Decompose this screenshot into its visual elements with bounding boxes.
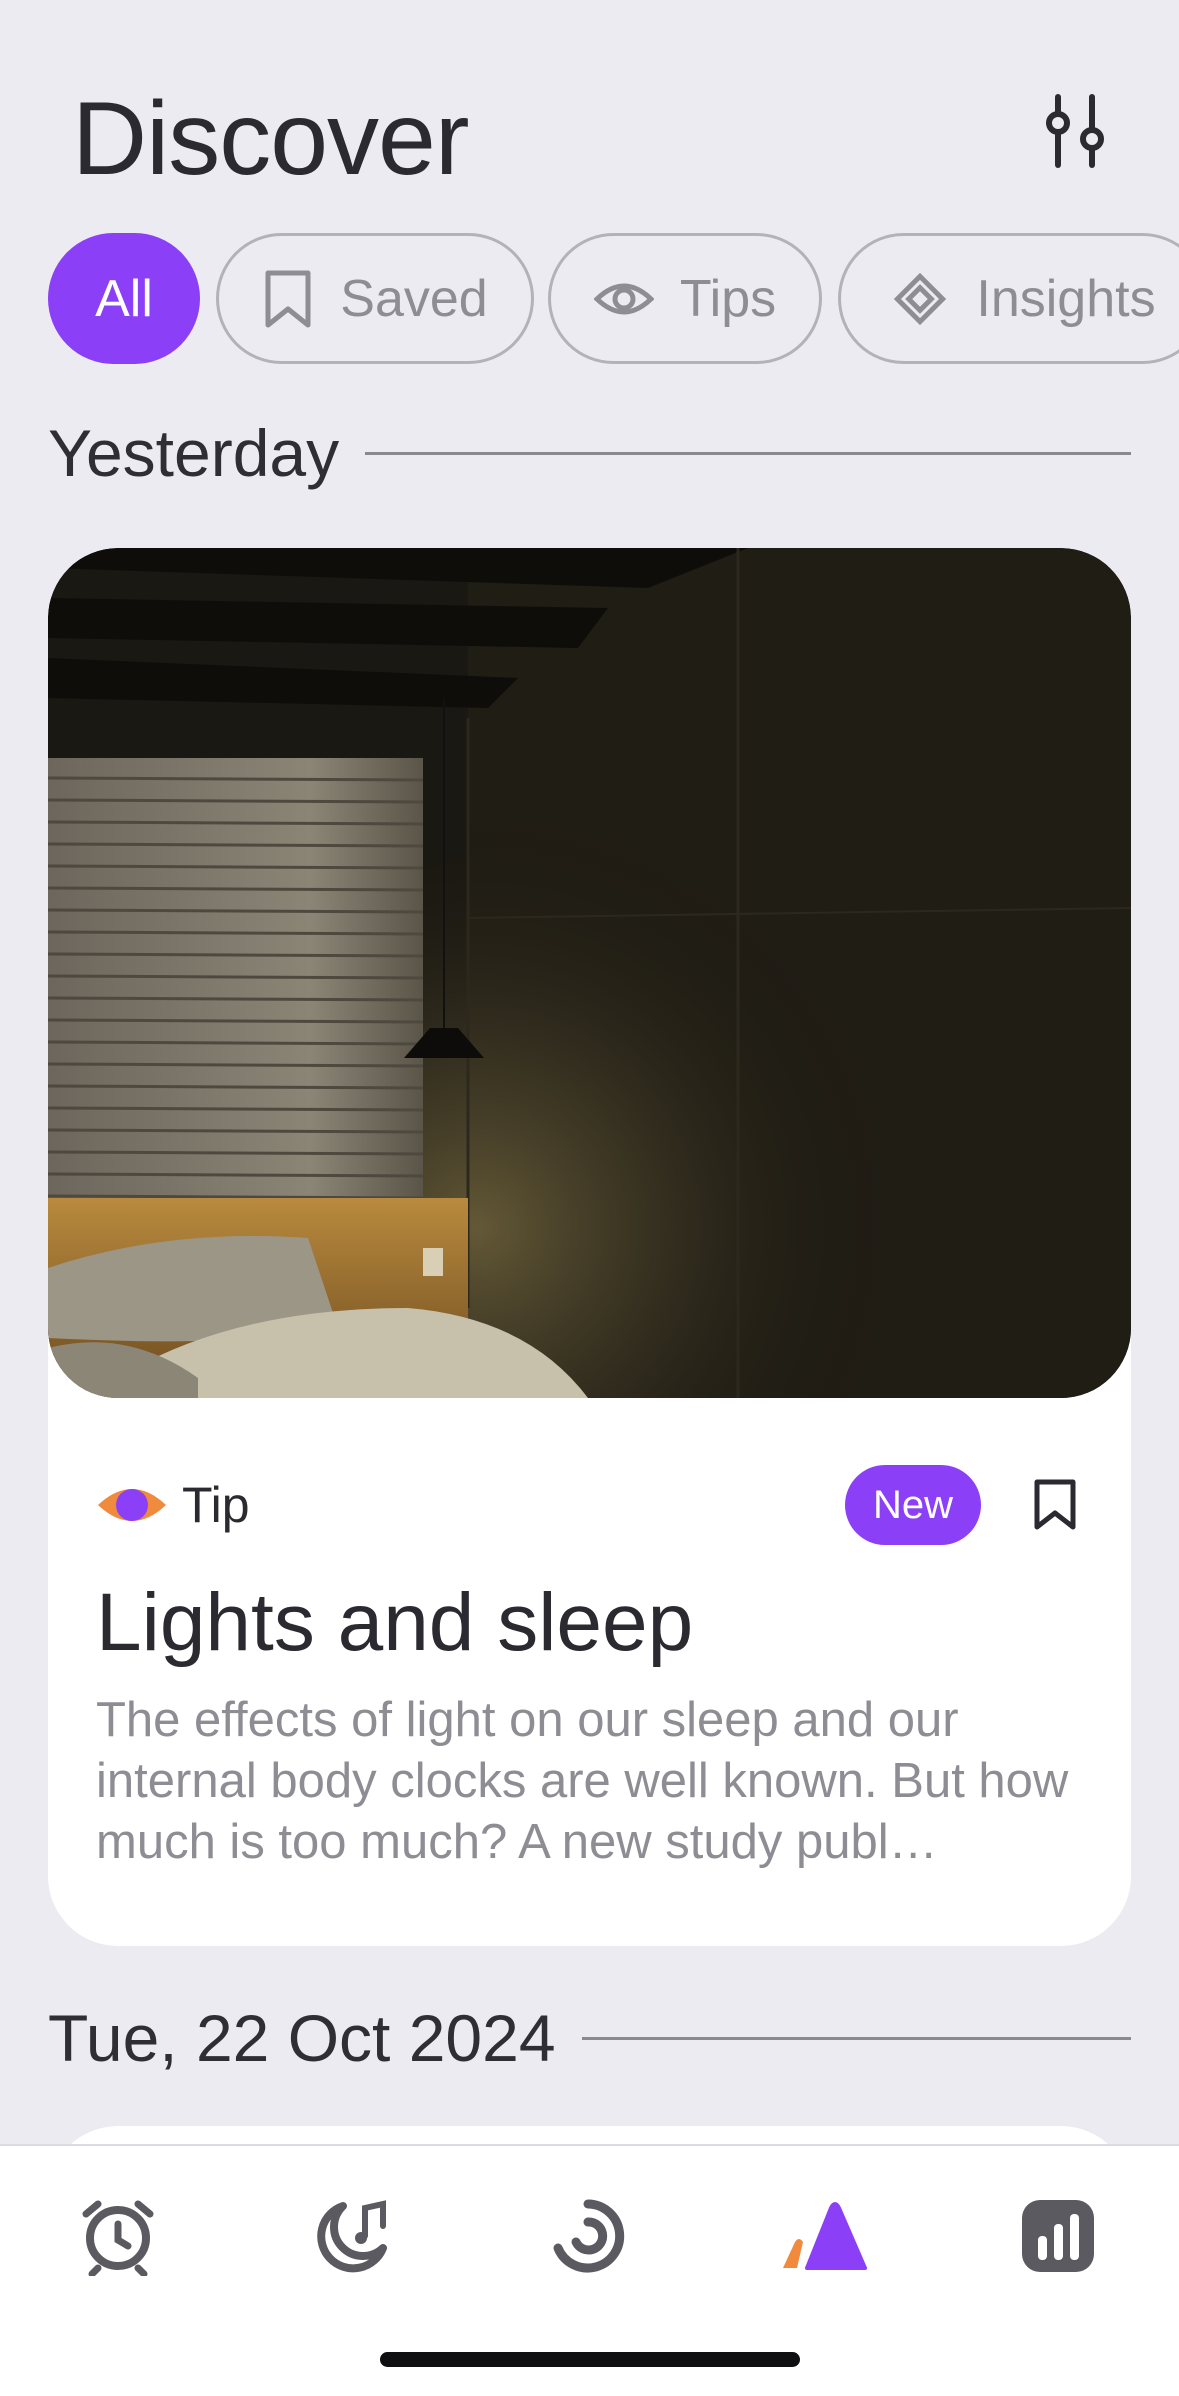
chip-tips[interactable]: Tips: [548, 233, 822, 364]
section-title: Yesterday: [48, 416, 340, 490]
chip-tips-label: Tips: [679, 269, 777, 328]
chip-insights-label: Insights: [976, 269, 1156, 328]
bookmark-icon: [265, 270, 311, 327]
progress-ring-icon: [553, 2199, 625, 2273]
tab-alarm[interactable]: [58, 2176, 178, 2296]
new-badge: New: [844, 1465, 981, 1545]
home-indicator: [380, 2352, 800, 2367]
bookmark-button[interactable]: [1027, 1474, 1083, 1536]
divider: [581, 2036, 1131, 2040]
tab-discover[interactable]: [763, 2176, 883, 2296]
filter-chips: All Saved Tips Insights: [48, 233, 1179, 364]
chip-all-label: All: [95, 269, 153, 328]
article-title: Lights and sleep: [96, 1577, 694, 1668]
tab-stats[interactable]: [998, 2176, 1118, 2296]
tab-progress[interactable]: [528, 2176, 648, 2296]
section-header-date: Tue, 22 Oct 2024: [48, 2000, 1131, 2076]
chip-saved-label: Saved: [340, 269, 488, 328]
eye-icon: [98, 1489, 166, 1521]
sliders-icon: [1046, 94, 1104, 168]
discover-icon: [783, 2202, 867, 2270]
bookmark-icon: [1034, 1479, 1076, 1530]
diamond-icon: [894, 272, 947, 325]
chip-insights[interactable]: Insights: [838, 233, 1179, 364]
alarm-clock-icon: [82, 2200, 154, 2276]
article-card[interactable]: Tip New Lights and sleep The effects of …: [48, 548, 1131, 1946]
filter-button[interactable]: [1030, 86, 1120, 176]
chip-saved[interactable]: Saved: [216, 233, 534, 364]
divider: [365, 451, 1131, 455]
eye-icon: [593, 283, 654, 314]
article-excerpt: The effects of light on our sleep and ou…: [96, 1693, 1069, 1869]
chip-all[interactable]: All: [48, 233, 200, 364]
section-title: Tue, 22 Oct 2024: [48, 2001, 556, 2075]
moon-music-icon: [317, 2200, 387, 2273]
article-type-label: Tip: [182, 1477, 250, 1533]
article-meta: Tip New: [96, 1460, 1083, 1550]
section-header-yesterday: Yesterday: [48, 415, 1131, 491]
article-image: [48, 548, 1131, 1398]
stats-icon: [1022, 2200, 1094, 2272]
page-title: Discover: [72, 81, 470, 197]
tab-sleep-sounds[interactable]: [293, 2176, 413, 2296]
